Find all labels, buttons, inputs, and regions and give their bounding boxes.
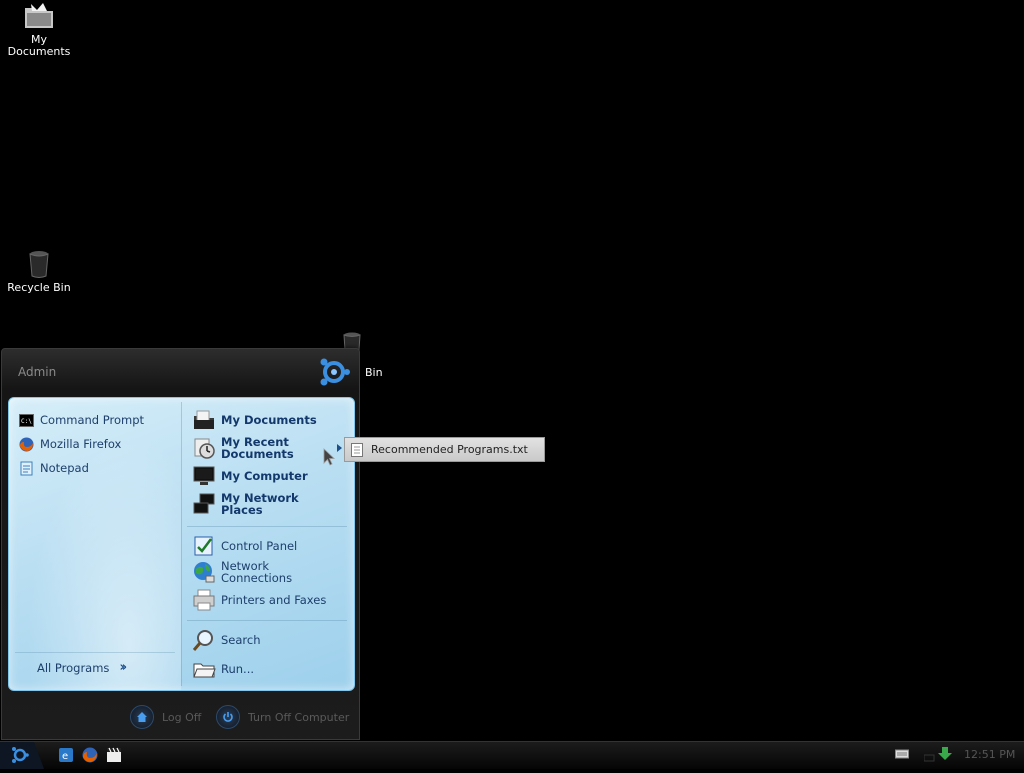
network-connections-icon bbox=[194, 562, 215, 583]
menu-item-label: Connections bbox=[221, 571, 293, 585]
menu-item-control-panel[interactable]: Control Panel bbox=[192, 534, 297, 558]
media-player-icon[interactable] bbox=[106, 747, 122, 763]
all-programs-label: All Programs bbox=[37, 660, 110, 675]
recycle-bin-icon bbox=[29, 251, 49, 278]
pane-divider bbox=[181, 402, 182, 686]
submenu-item-label: Recommended Programs.txt bbox=[371, 443, 528, 456]
menu-item-label: My Documents bbox=[221, 413, 317, 427]
menu-item-label: Documents bbox=[221, 447, 294, 461]
firefox-icon[interactable] bbox=[82, 747, 98, 763]
menu-item-label: Mozilla Firefox bbox=[40, 437, 122, 451]
menu-item-my-documents[interactable]: My Documents bbox=[192, 408, 317, 432]
menu-item-network-connections[interactable]: Network Connections bbox=[192, 560, 292, 584]
svg-text:C:\: C:\ bbox=[21, 418, 32, 425]
my-computer-icon bbox=[193, 466, 215, 485]
taskbar: e 12:51 PM bbox=[0, 741, 1024, 769]
divider bbox=[187, 526, 347, 527]
menu-item-label: Notepad bbox=[40, 461, 89, 475]
menu-item-notepad[interactable]: Notepad bbox=[19, 458, 89, 478]
recent-documents-submenu: Recommended Programs.txt bbox=[344, 437, 545, 462]
menu-item-label: Search bbox=[221, 633, 261, 647]
desktop-icon-my-documents[interactable]: My Documents bbox=[0, 2, 78, 58]
ie-icon[interactable]: e bbox=[58, 747, 74, 763]
divider bbox=[187, 620, 347, 621]
folder-icon bbox=[25, 3, 53, 28]
desktop-icon-recycle-bin[interactable]: Recycle Bin bbox=[0, 250, 78, 294]
network-tray-icon[interactable] bbox=[924, 745, 956, 763]
start-logo-icon bbox=[0, 742, 44, 769]
menu-item-label: My Computer bbox=[221, 469, 308, 483]
menu-item-label: Control Panel bbox=[221, 539, 298, 553]
power-icon bbox=[216, 705, 240, 729]
start-logo-icon bbox=[320, 358, 350, 386]
log-off-label: Log Off bbox=[162, 710, 202, 724]
start-menu-footer: Log Off Turn Off Computer bbox=[2, 701, 359, 735]
double-chevron-right-icon: ›› bbox=[119, 660, 127, 675]
menu-item-printers-and-faxes[interactable]: Printers and Faxes bbox=[192, 588, 326, 612]
log-off-button[interactable]: Log Off bbox=[130, 705, 201, 729]
divider bbox=[15, 652, 175, 653]
my-documents-icon bbox=[194, 410, 214, 429]
recent-documents-icon bbox=[194, 438, 215, 459]
home-icon bbox=[130, 705, 154, 729]
menu-item-firefox[interactable]: Mozilla Firefox bbox=[19, 434, 121, 454]
clock[interactable]: 12:51 PM bbox=[964, 748, 1015, 761]
notepad-icon bbox=[20, 461, 33, 475]
menu-item-my-computer[interactable]: My Computer bbox=[192, 464, 308, 488]
menu-item-command-prompt[interactable]: C:\ Command Prompt bbox=[19, 410, 144, 430]
control-panel-icon bbox=[194, 536, 213, 556]
svg-text:e: e bbox=[62, 751, 68, 762]
mouse-cursor-icon bbox=[323, 448, 335, 466]
user-name: Admin bbox=[18, 365, 57, 379]
desktop-icon-label: Recycle Bin bbox=[7, 281, 71, 294]
all-programs-button[interactable]: All Programs ›› bbox=[37, 660, 127, 675]
desktop-icon-label: Bin bbox=[365, 366, 383, 379]
firefox-icon bbox=[19, 437, 34, 451]
start-menu-panel: C:\ Command Prompt Mozilla Firefox Notep… bbox=[8, 397, 355, 691]
network-places-icon bbox=[193, 493, 215, 514]
printer-icon bbox=[193, 589, 215, 611]
menu-item-search[interactable]: Search bbox=[192, 628, 261, 652]
run-icon bbox=[193, 663, 216, 678]
menu-item-my-recent-documents[interactable]: My Recent Documents bbox=[192, 436, 294, 460]
menu-item-my-network-places[interactable]: My Network Places bbox=[192, 492, 299, 516]
submenu-item[interactable]: Recommended Programs.txt bbox=[345, 438, 544, 461]
turn-off-computer-button[interactable]: Turn Off Computer bbox=[216, 705, 349, 729]
command-prompt-icon: C:\ bbox=[19, 413, 34, 427]
keyboard-icon[interactable] bbox=[895, 748, 909, 760]
desktop-icon-label: Documents bbox=[7, 45, 71, 58]
search-icon bbox=[192, 630, 213, 651]
turn-off-label: Turn Off Computer bbox=[248, 710, 350, 724]
start-menu: Admin C:\ Command Prompt Mozilla Firefox bbox=[1, 348, 360, 740]
menu-item-run[interactable]: Run... bbox=[192, 657, 254, 681]
text-file-icon bbox=[351, 442, 363, 457]
menu-item-label: Places bbox=[221, 503, 263, 517]
menu-item-label: Run... bbox=[221, 662, 255, 676]
menu-item-label: Command Prompt bbox=[40, 413, 145, 427]
start-button[interactable] bbox=[0, 742, 44, 769]
submenu-arrow-icon bbox=[337, 444, 342, 452]
menu-item-label: Printers and Faxes bbox=[221, 593, 327, 607]
